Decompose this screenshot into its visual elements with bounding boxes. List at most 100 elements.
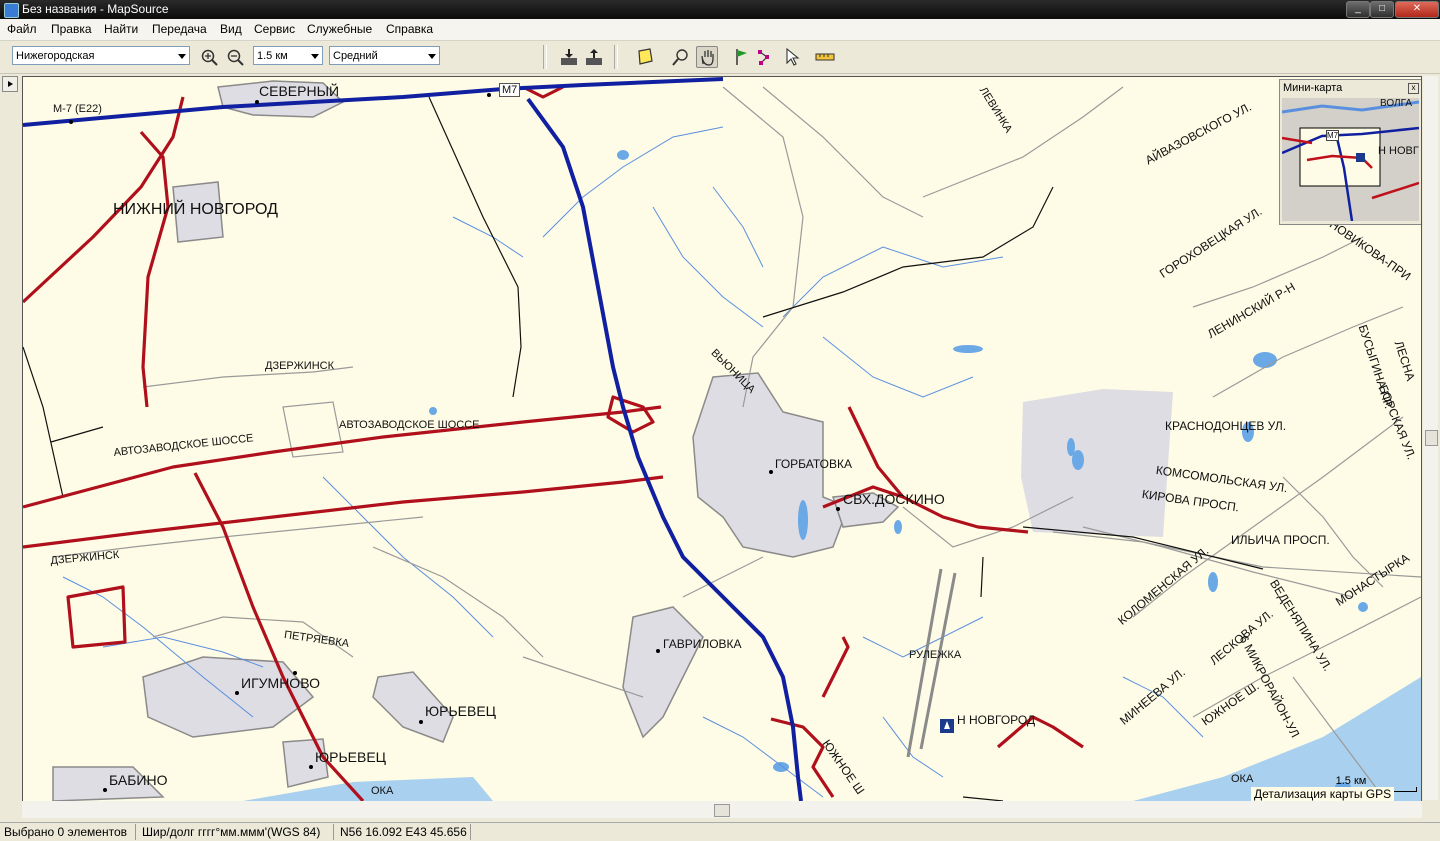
minor-road: [1282, 476, 1384, 588]
vertical-scrollbar[interactable]: [1423, 76, 1438, 800]
menu-edit[interactable]: Правка: [51, 22, 92, 36]
main-road: [139, 130, 170, 408]
lake: [1208, 572, 1218, 592]
map-tool-button[interactable]: [634, 46, 656, 68]
menu-transfer[interactable]: Передача: [152, 22, 207, 36]
main-road: [821, 636, 850, 698]
village-label: БАБИНО: [109, 772, 168, 788]
send-icon: [586, 49, 602, 65]
zoom-scale-select[interactable]: 1.5 км: [253, 46, 323, 65]
main-road: [23, 475, 664, 549]
minimize-button[interactable]: _: [1346, 1, 1370, 18]
status-divider: [135, 824, 136, 840]
lake: [953, 345, 983, 353]
map-product-value: Нижегородская: [16, 50, 95, 62]
settlement-dot: [293, 671, 297, 675]
chevron-down-icon: [428, 54, 436, 59]
street-label: ИЛЬИЧА ПРОСП.: [1231, 533, 1330, 547]
pan-tool-button[interactable]: [696, 46, 718, 68]
vertical-scroll-thumb[interactable]: [1425, 430, 1438, 446]
mini-map-title: Мини-карта: [1283, 82, 1343, 94]
toolbar: Нижегородская 1.5 км Средний: [0, 41, 1440, 74]
stream: [822, 336, 974, 398]
district-label: ДЗЕРЖИНСК: [265, 360, 335, 372]
lake: [1358, 602, 1368, 612]
settlement-dot: [235, 691, 239, 695]
side-panel-toggle[interactable]: [2, 76, 18, 92]
close-icon[interactable]: x: [1408, 83, 1419, 94]
mini-map-view[interactable]: ВОЛГА Н НОВГ М7: [1282, 98, 1419, 221]
toolbar-separator: [543, 45, 547, 69]
zoom-scale-value: 1.5 км: [257, 50, 288, 62]
scale-label: 1.5 км: [1335, 775, 1367, 787]
settlement-dot: [656, 649, 660, 653]
ruler-icon: [815, 53, 835, 61]
horizontal-scrollbar[interactable]: [22, 801, 1422, 818]
settlement-dot: [487, 93, 491, 97]
flag-icon: [736, 49, 747, 65]
main-road: [66, 585, 127, 649]
stream: [782, 246, 1004, 318]
stream: [452, 216, 524, 258]
menu-find[interactable]: Найти: [104, 22, 138, 36]
mini-map-graphics: [1282, 98, 1419, 221]
chevron-down-icon: [178, 54, 186, 59]
river-oka: [243, 777, 493, 801]
zoom-tool-button[interactable]: [670, 46, 692, 68]
road-shield: M7: [499, 83, 521, 97]
cursor-coordinates: N56 16.092 E43 45.656: [340, 825, 467, 839]
airport-label: Н НОВГОРОД: [957, 713, 1036, 727]
send-to-device-button[interactable]: [583, 46, 605, 68]
close-button[interactable]: ✕: [1395, 1, 1439, 18]
stream: [712, 186, 764, 268]
horizontal-scroll-thumb[interactable]: [714, 804, 730, 817]
lake: [429, 407, 437, 415]
boundary-line: [50, 426, 104, 443]
menu-view[interactable]: Вид: [220, 22, 242, 36]
street-label: АВТОЗАВОДСКОЕ ШОССЕ: [339, 419, 480, 431]
village-label: СВХ.ДОСКИНО: [843, 491, 945, 507]
menu-utilities[interactable]: Служебные: [307, 22, 372, 36]
menu-file[interactable]: Файл: [7, 22, 37, 36]
zoom-out-button[interactable]: [224, 46, 246, 68]
mini-map-label: Н НОВГ: [1378, 145, 1419, 157]
river-label: ОКА: [1231, 773, 1254, 785]
road-label: М-7 (Е22): [53, 103, 102, 115]
mini-airport-icon: [1356, 153, 1365, 162]
lake: [894, 520, 902, 534]
detail-level-select[interactable]: Средний: [329, 46, 440, 65]
mini-map-panel[interactable]: Мини-карта x ВОЛГА Н НОВГ М7: [1279, 79, 1421, 225]
zoom-in-icon: [201, 49, 218, 66]
distance-tool-button[interactable]: [814, 46, 836, 68]
select-tool-button[interactable]: [781, 46, 803, 68]
receive-from-device-button[interactable]: [558, 46, 580, 68]
app-icon: [4, 3, 19, 18]
airfield-area: [1021, 389, 1173, 537]
cursor-icon: [786, 47, 800, 66]
street-label: КРАСНОДОНЦЕВ УЛ.: [1165, 419, 1287, 433]
lake: [1253, 352, 1277, 368]
map-canvas[interactable]: М-7 (Е22) M7 СЕВЕРНЫЙ НИЖНИЙ НОВГОРОД ДЗ…: [22, 76, 1422, 802]
highway-m7: [23, 77, 724, 127]
menu-help[interactable]: Справка: [386, 22, 433, 36]
waypoint-tool-button[interactable]: [730, 46, 752, 68]
mini-map-label: ВОЛГА: [1380, 98, 1412, 109]
minor-road: [922, 86, 1124, 198]
village-label: ЮРЬЕВЕЦ: [425, 703, 497, 719]
lake: [1067, 438, 1075, 456]
zoom-in-button[interactable]: [198, 46, 220, 68]
village-label: ЮРЬЕВЕЦ: [315, 749, 387, 765]
lake: [773, 762, 789, 772]
settlement-dot: [309, 765, 313, 769]
window-title: Без названия - MapSource: [22, 2, 169, 16]
map-product-select[interactable]: Нижегородская: [12, 46, 190, 65]
menu-service[interactable]: Сервис: [254, 22, 295, 36]
menu-bar: Файл Правка Найти Передача Вид Сервис Сл…: [0, 19, 1440, 41]
status-divider: [333, 824, 334, 840]
route-tool-button[interactable]: [756, 46, 778, 68]
maximize-button[interactable]: □: [1370, 1, 1394, 18]
coordinate-format: Шир/долг гггг°мм.ммм'(WGS 84): [142, 825, 321, 839]
minor-road: [722, 86, 804, 408]
boundary-line: [762, 186, 1054, 318]
map-pane: М-7 (Е22) M7 СЕВЕРНЫЙ НИЖНИЙ НОВГОРОД ДЗ…: [0, 74, 1440, 822]
